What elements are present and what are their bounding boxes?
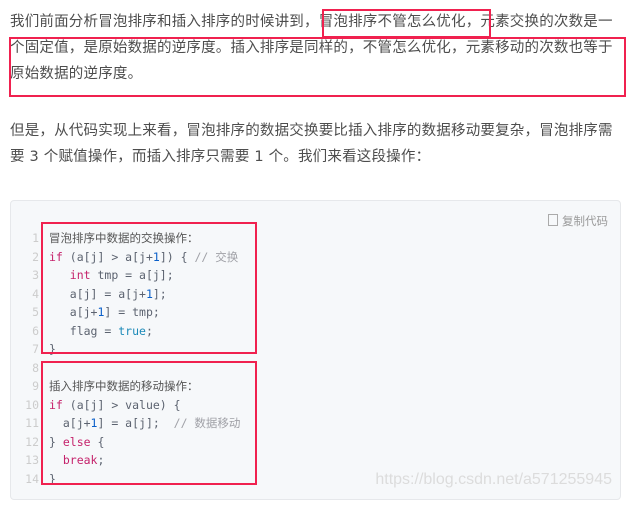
watermark: https://blog.csdn.net/a571255945 [375,471,612,488]
copy-code-label: 复制代码 [562,214,608,228]
highlight-box [9,37,626,97]
code-block: 复制代码 1 冒泡排序中数据的交换操作： 2 if (a[j] > a[j+1]) {… [10,200,621,500]
highlight-box [322,9,491,38]
highlight-box [41,222,257,354]
paragraph-comparison: 但是，从代码实现上来看，冒泡排序的数据交换要比插入排序的数据移动要复杂，冒泡排序… [10,123,613,165]
copy-code-button[interactable]: 复制代码 [548,213,608,229]
highlight-box [41,361,257,485]
copy-icon [548,214,558,226]
